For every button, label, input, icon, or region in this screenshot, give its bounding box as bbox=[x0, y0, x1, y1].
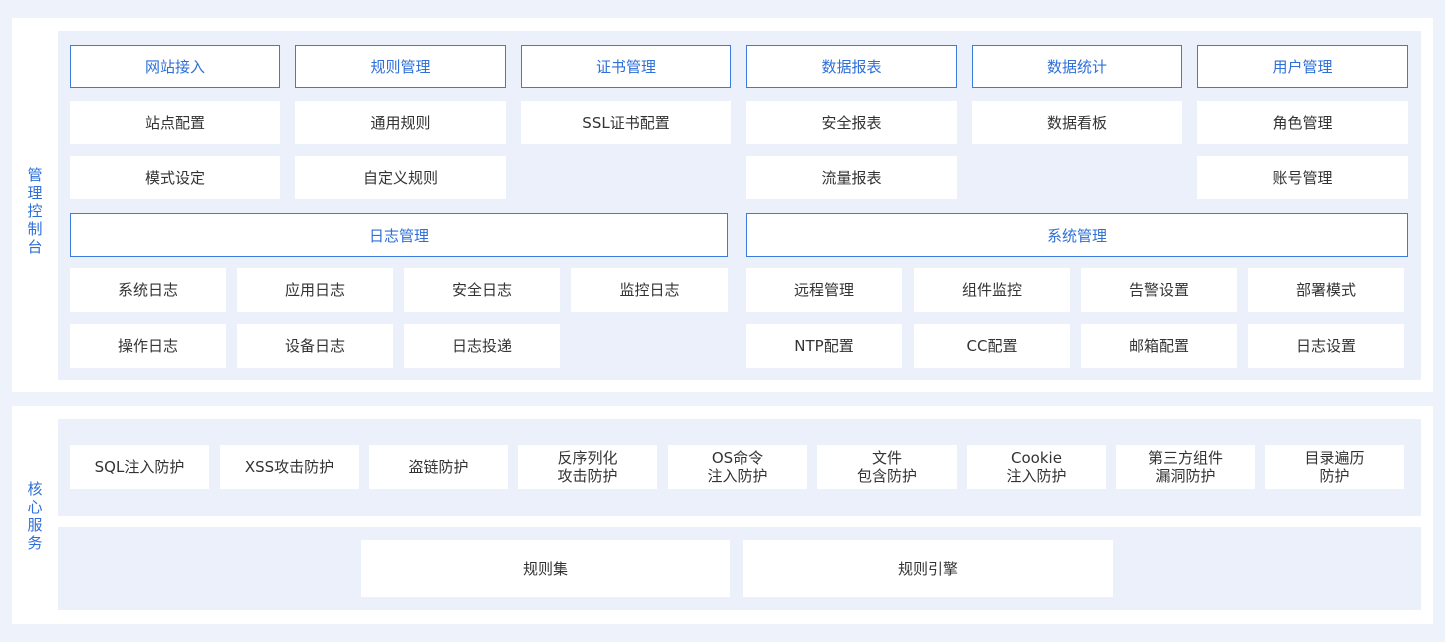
engine-area bbox=[58, 527, 1421, 610]
item-cc-config[interactable]: CC配置 bbox=[914, 324, 1070, 368]
item-rule-engine[interactable]: 规则引擎 bbox=[743, 540, 1113, 597]
item-alert-settings[interactable]: 告警设置 bbox=[1081, 268, 1237, 312]
item-mode-setting[interactable]: 模式设定 bbox=[70, 156, 280, 199]
item-cookie-injection-protection[interactable]: Cookie 注入防护 bbox=[967, 445, 1106, 489]
item-component-monitor[interactable]: 组件监控 bbox=[914, 268, 1070, 312]
item-security-report[interactable]: 安全报表 bbox=[746, 101, 957, 144]
item-data-dashboard[interactable]: 数据看板 bbox=[972, 101, 1182, 144]
item-xss-protection[interactable]: XSS攻击防护 bbox=[220, 445, 359, 489]
item-role-management[interactable]: 角色管理 bbox=[1197, 101, 1408, 144]
header-cert-management[interactable]: 证书管理 bbox=[521, 45, 731, 88]
item-general-rules[interactable]: 通用规则 bbox=[295, 101, 506, 144]
item-site-config[interactable]: 站点配置 bbox=[70, 101, 280, 144]
item-file-inclusion-protection[interactable]: 文件 包含防护 bbox=[817, 445, 957, 489]
item-rule-set[interactable]: 规则集 bbox=[361, 540, 730, 597]
item-deserialization-protection[interactable]: 反序列化 攻击防护 bbox=[518, 445, 657, 489]
header-user-management[interactable]: 用户管理 bbox=[1197, 45, 1408, 88]
item-log-settings[interactable]: 日志设置 bbox=[1248, 324, 1404, 368]
item-hotlink-protection[interactable]: 盗链防护 bbox=[369, 445, 508, 489]
header-data-stats[interactable]: 数据统计 bbox=[972, 45, 1182, 88]
item-application-log[interactable]: 应用日志 bbox=[237, 268, 393, 312]
item-operation-log[interactable]: 操作日志 bbox=[70, 324, 226, 368]
header-data-report[interactable]: 数据报表 bbox=[746, 45, 957, 88]
core-label: 核心服务 bbox=[27, 480, 43, 552]
item-custom-rules[interactable]: 自定义规则 bbox=[295, 156, 506, 199]
header-site-access[interactable]: 网站接入 bbox=[70, 45, 280, 88]
item-ssl-cert-config[interactable]: SSL证书配置 bbox=[521, 101, 731, 144]
item-system-log[interactable]: 系统日志 bbox=[70, 268, 226, 312]
item-account-management[interactable]: 账号管理 bbox=[1197, 156, 1408, 199]
item-log-delivery[interactable]: 日志投递 bbox=[404, 324, 560, 368]
item-deploy-mode[interactable]: 部署模式 bbox=[1248, 268, 1404, 312]
item-device-log[interactable]: 设备日志 bbox=[237, 324, 393, 368]
item-os-command-protection[interactable]: OS命令 注入防护 bbox=[668, 445, 807, 489]
item-traffic-report[interactable]: 流量报表 bbox=[746, 156, 957, 199]
item-monitor-log[interactable]: 监控日志 bbox=[571, 268, 728, 312]
item-directory-traversal-protection[interactable]: 目录遍历 防护 bbox=[1265, 445, 1404, 489]
item-sql-injection[interactable]: SQL注入防护 bbox=[70, 445, 209, 489]
item-mail-config[interactable]: 邮箱配置 bbox=[1081, 324, 1237, 368]
header-log-management[interactable]: 日志管理 bbox=[70, 213, 728, 257]
item-ntp-config[interactable]: NTP配置 bbox=[746, 324, 902, 368]
item-remote-management[interactable]: 远程管理 bbox=[746, 268, 902, 312]
item-security-log[interactable]: 安全日志 bbox=[404, 268, 560, 312]
item-third-party-vuln-protection[interactable]: 第三方组件 漏洞防护 bbox=[1116, 445, 1255, 489]
header-rule-management[interactable]: 规则管理 bbox=[295, 45, 506, 88]
console-label: 管理控制台 bbox=[27, 166, 43, 256]
header-system-management[interactable]: 系统管理 bbox=[746, 213, 1408, 257]
